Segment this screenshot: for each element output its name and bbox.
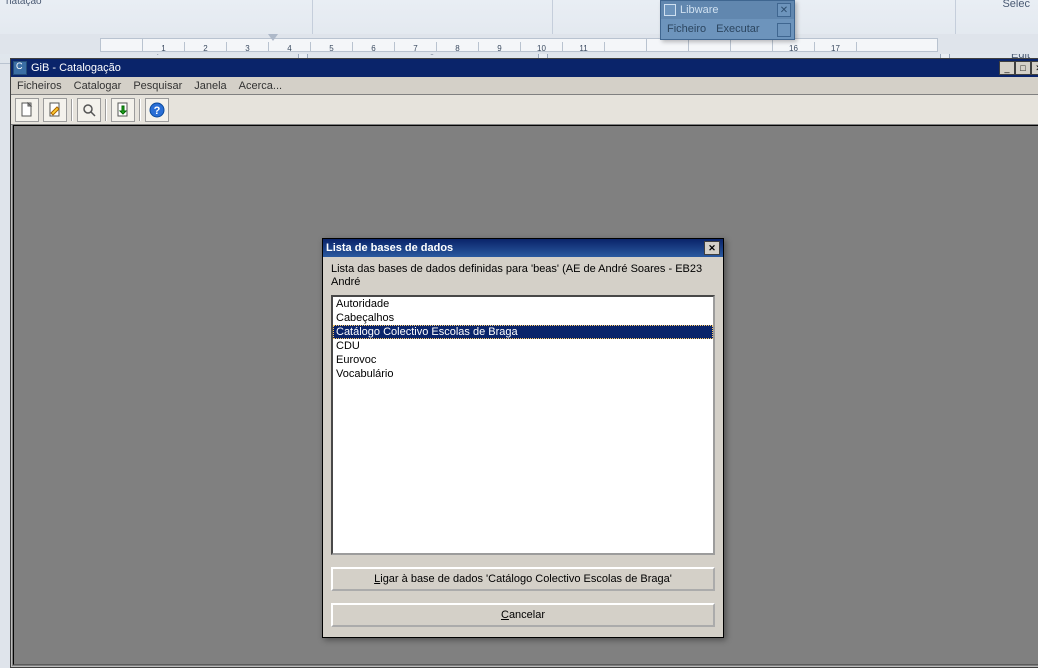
toolbar-separator (71, 99, 73, 121)
ruler-tick: 16 (773, 42, 815, 52)
libware-app-icon (664, 4, 676, 16)
dialog-description: Lista das bases de dados definidas para … (331, 263, 715, 289)
ruler-tick: 8 (437, 42, 479, 52)
list-item[interactable]: Vocabulário (333, 367, 713, 381)
ruler-tick: 9 (479, 42, 521, 52)
connect-button[interactable]: Ligar à base de dados 'Catálogo Colectiv… (331, 567, 715, 591)
dialog-close-button[interactable]: ✕ (704, 241, 720, 255)
menu-catalogar[interactable]: Catalogar (74, 80, 122, 92)
list-item[interactable]: Catálogo Colectivo Escolas de Braga (333, 325, 713, 339)
list-item[interactable]: Autoridade (333, 297, 713, 311)
database-list-dialog: Lista de bases de dados ✕ Lista das base… (322, 238, 724, 638)
help-icon: ? (149, 102, 165, 118)
ruler-tick: 17 (815, 42, 857, 52)
libware-title-text: Libware (680, 4, 719, 16)
close-button[interactable]: ✕ (1031, 61, 1038, 75)
libware-close-button[interactable]: ✕ (777, 3, 791, 17)
search-icon (81, 102, 97, 118)
cancel-hotkey: C (501, 609, 509, 621)
list-item[interactable]: Cabeçalhos (333, 311, 713, 325)
ribbon-area: natação Tipo de Letra Parágrafo Estilos … (0, 0, 1038, 64)
ruler-wrap: 1234567891011 1617 (0, 34, 1038, 54)
dialog-body: Lista das bases de dados definidas para … (323, 257, 723, 637)
libware-window[interactable]: Libware ✕ Ficheiro Executar (660, 0, 795, 40)
database-listbox[interactable]: AutoridadeCabeçalhosCatálogo Colectivo E… (331, 295, 715, 555)
horizontal-ruler[interactable]: 1234567891011 1617 (100, 38, 938, 52)
cancel-rest: ancelar (509, 609, 545, 621)
ruler-tick (605, 39, 647, 51)
ruler-tick (647, 39, 689, 51)
ribbon-fragment-text: natação (6, 0, 42, 7)
cancel-button[interactable]: Cancelar (331, 603, 715, 627)
new-document-icon (19, 102, 35, 118)
connect-prefix: igar à base de dados ' (380, 573, 488, 585)
dialog-titlebar[interactable]: Lista de bases de dados ✕ (323, 239, 723, 257)
menu-pesquisar[interactable]: Pesquisar (133, 80, 182, 92)
libware-titlebar[interactable]: Libware ✕ (661, 1, 794, 19)
dialog-title-text: Lista de bases de dados (326, 242, 453, 254)
edit-document-button[interactable] (43, 98, 67, 122)
libware-corner-icon (777, 23, 791, 37)
ruler-tick: 6 (353, 42, 395, 52)
ruler-tick: 5 (311, 42, 353, 52)
menu-janela[interactable]: Janela (194, 80, 226, 92)
gib-menubar: Ficheiros Catalogar Pesquisar Janela Acerca.… (11, 77, 1038, 95)
toolbar-separator (105, 99, 107, 121)
ribbon-select-fragment: Selec (1002, 0, 1030, 10)
gib-toolbar: ? (11, 95, 1038, 125)
gib-titlebar[interactable]: GiB - Catalogação _ □ ✕ (11, 59, 1038, 77)
libware-menu-ficheiro[interactable]: Ficheiro (667, 23, 706, 35)
search-button[interactable] (77, 98, 101, 122)
menu-acerca[interactable]: Acerca... (239, 80, 282, 92)
libware-menu-executar[interactable]: Executar (716, 23, 759, 35)
connect-db-name: Catálogo Colectivo Escolas de Braga (488, 573, 670, 585)
ruler-tick (731, 39, 773, 51)
list-item[interactable]: Eurovoc (333, 353, 713, 367)
download-icon (115, 102, 131, 118)
minimize-button[interactable]: _ (999, 61, 1015, 75)
connect-suffix: ' (670, 573, 672, 585)
svg-text:?: ? (154, 105, 161, 117)
ruler-tick: 10 (521, 42, 563, 52)
indent-marker-icon[interactable] (268, 34, 278, 41)
ruler-tick (101, 39, 143, 51)
download-button[interactable] (111, 98, 135, 122)
toolbar-separator (139, 99, 141, 121)
ruler-tick: 1 (143, 42, 185, 52)
help-button[interactable]: ? (145, 98, 169, 122)
ruler-tick: 3 (227, 42, 269, 52)
menu-ficheiros[interactable]: Ficheiros (17, 80, 62, 92)
edit-document-icon (47, 102, 63, 118)
ruler-tick (689, 39, 731, 51)
ruler-tick: 4 (269, 42, 311, 52)
ruler-tick: 7 (395, 42, 437, 52)
libware-menubar: Ficheiro Executar (661, 19, 794, 39)
ruler-tick: 2 (185, 42, 227, 52)
ruler-tick: 11 (563, 42, 605, 52)
list-item[interactable]: CDU (333, 339, 713, 353)
new-document-button[interactable] (15, 98, 39, 122)
gib-title-text: GiB - Catalogação (31, 62, 121, 74)
maximize-button[interactable]: □ (1015, 61, 1031, 75)
gib-app-icon (13, 61, 27, 75)
